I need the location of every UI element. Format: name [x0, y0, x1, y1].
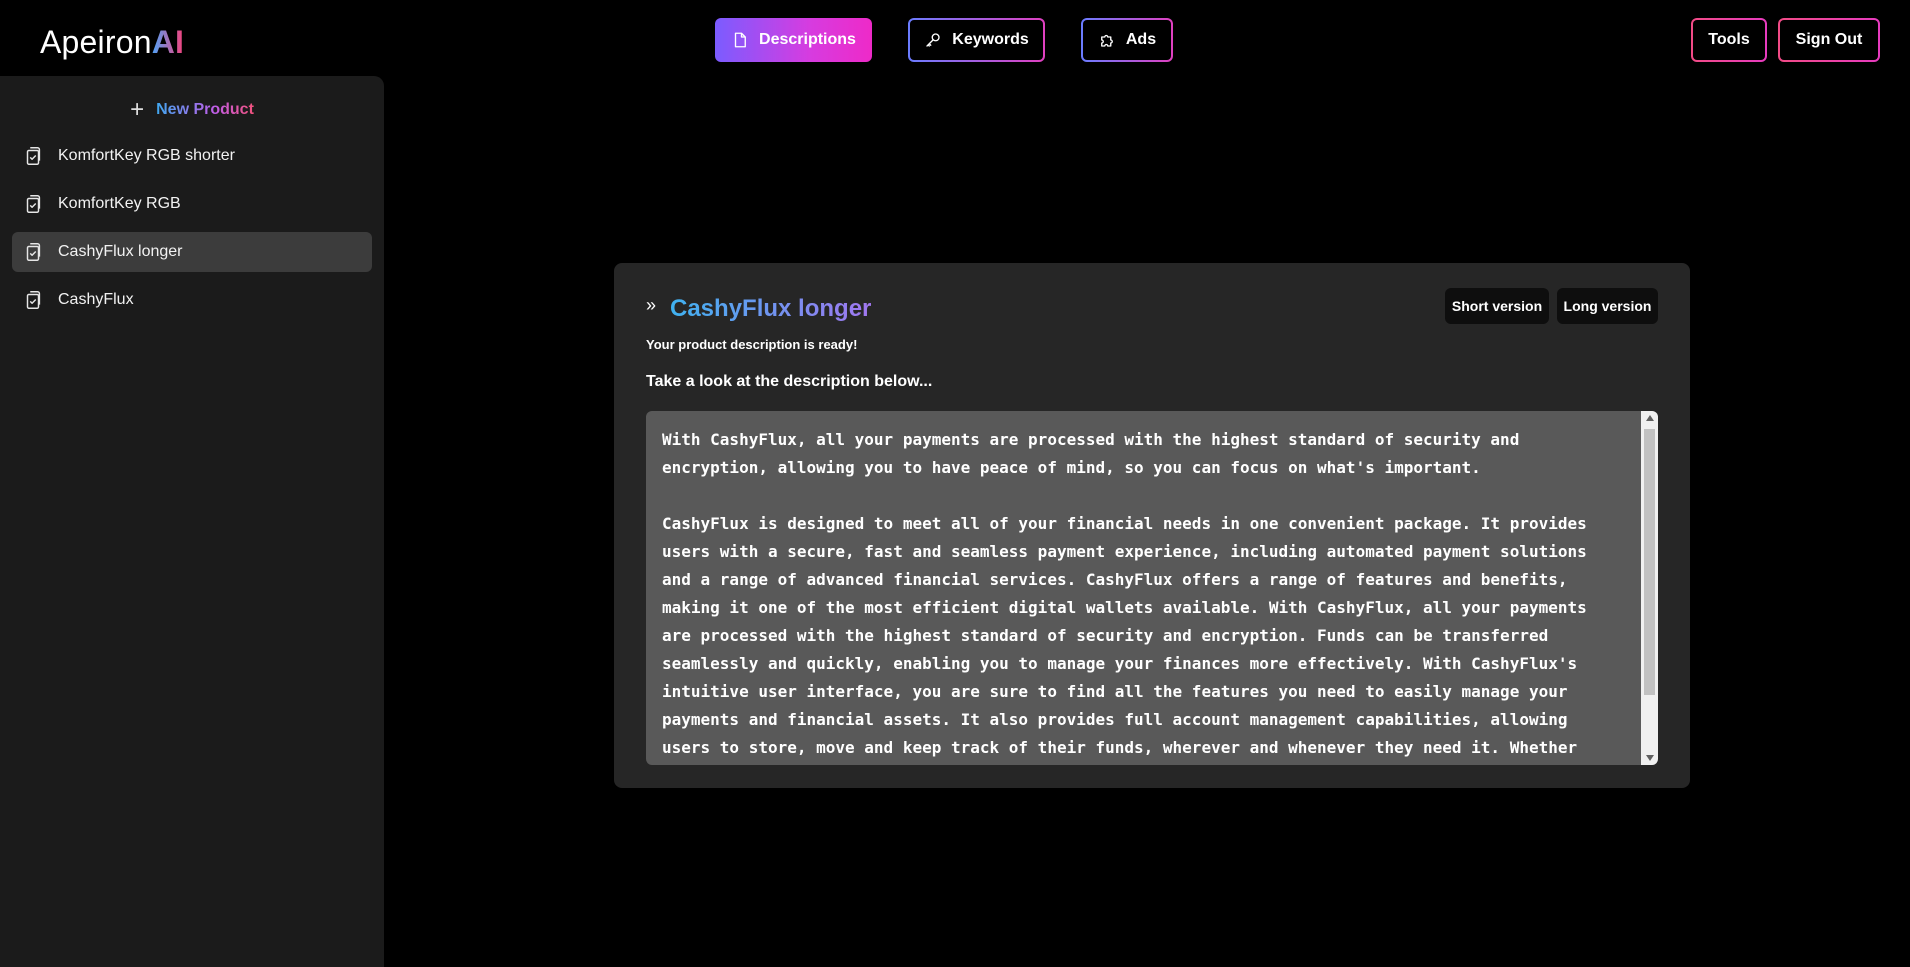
logo-text: Apeiron: [40, 24, 152, 60]
logo-accent: AI: [151, 24, 185, 60]
tab-keywords-label: Keywords: [952, 31, 1029, 48]
tools-button[interactable]: Tools: [1691, 18, 1767, 62]
chevrons-right-icon: »: [646, 295, 657, 315]
sidebar-item-label: KomfortKey RGB: [58, 195, 181, 212]
scrollbar-thumb[interactable]: [1644, 429, 1655, 695]
ready-message: Your product description is ready!: [646, 337, 858, 352]
clipboard-check-icon: [26, 291, 41, 309]
product-title: CashyFlux longer: [670, 293, 871, 325]
tab-keywords[interactable]: Keywords: [908, 18, 1045, 62]
scroll-down-arrow-icon[interactable]: [1646, 755, 1654, 761]
tab-ads[interactable]: Ads: [1081, 18, 1173, 62]
clipboard-check-icon: [26, 195, 41, 213]
scroll-up-arrow-icon[interactable]: [1646, 415, 1654, 421]
short-version-label: Short version: [1451, 298, 1543, 314]
clipboard-check-icon: [26, 147, 41, 165]
sidebar-item-komfortkey-rgb[interactable]: KomfortKey RGB: [12, 184, 372, 224]
key-icon: [926, 33, 940, 47]
sidebar-item-cashyflux[interactable]: CashyFlux: [12, 280, 372, 320]
tab-ads-label: Ads: [1125, 31, 1157, 48]
tab-descriptions[interactable]: Descriptions: [715, 18, 872, 62]
puzzle-icon: [1100, 34, 1113, 47]
sidebar-item-label: KomfortKey RGB shorter: [58, 147, 235, 164]
new-product-label: New Product: [156, 101, 254, 118]
clipboard-check-icon: [26, 243, 41, 261]
description-card: » CashyFlux longer Short version Long ve…: [614, 263, 1690, 788]
sidebar-item-label: CashyFlux longer: [58, 243, 183, 260]
sidebar-item-komfortkey-rgb-shorter[interactable]: KomfortKey RGB shorter: [12, 136, 372, 176]
description-textarea[interactable]: With CashyFlux, all your payments are pr…: [646, 411, 1658, 765]
sign-out-label: Sign Out: [1795, 31, 1863, 48]
short-version-button[interactable]: Short version: [1445, 288, 1549, 324]
app-logo[interactable]: ApeironAI: [40, 22, 184, 62]
scrollbar[interactable]: [1641, 411, 1658, 765]
long-version-button[interactable]: Long version: [1557, 288, 1658, 324]
sign-out-button[interactable]: Sign Out: [1778, 18, 1880, 62]
sidebar-item-cashyflux-longer[interactable]: CashyFlux longer: [12, 232, 372, 272]
long-version-label: Long version: [1563, 298, 1652, 314]
new-product-button[interactable]: + New Product: [0, 96, 384, 124]
tools-label: Tools: [1708, 31, 1750, 48]
look-message: Take a look at the description below...: [646, 373, 933, 390]
sidebar: + New Product KomfortKey RGB shorter Kom…: [0, 76, 384, 967]
tab-descriptions-label: Descriptions: [759, 31, 856, 48]
description-text[interactable]: With CashyFlux, all your payments are pr…: [662, 426, 1622, 762]
plus-icon: +: [130, 96, 145, 123]
document-icon: [734, 32, 746, 48]
sidebar-item-label: CashyFlux: [58, 291, 134, 308]
